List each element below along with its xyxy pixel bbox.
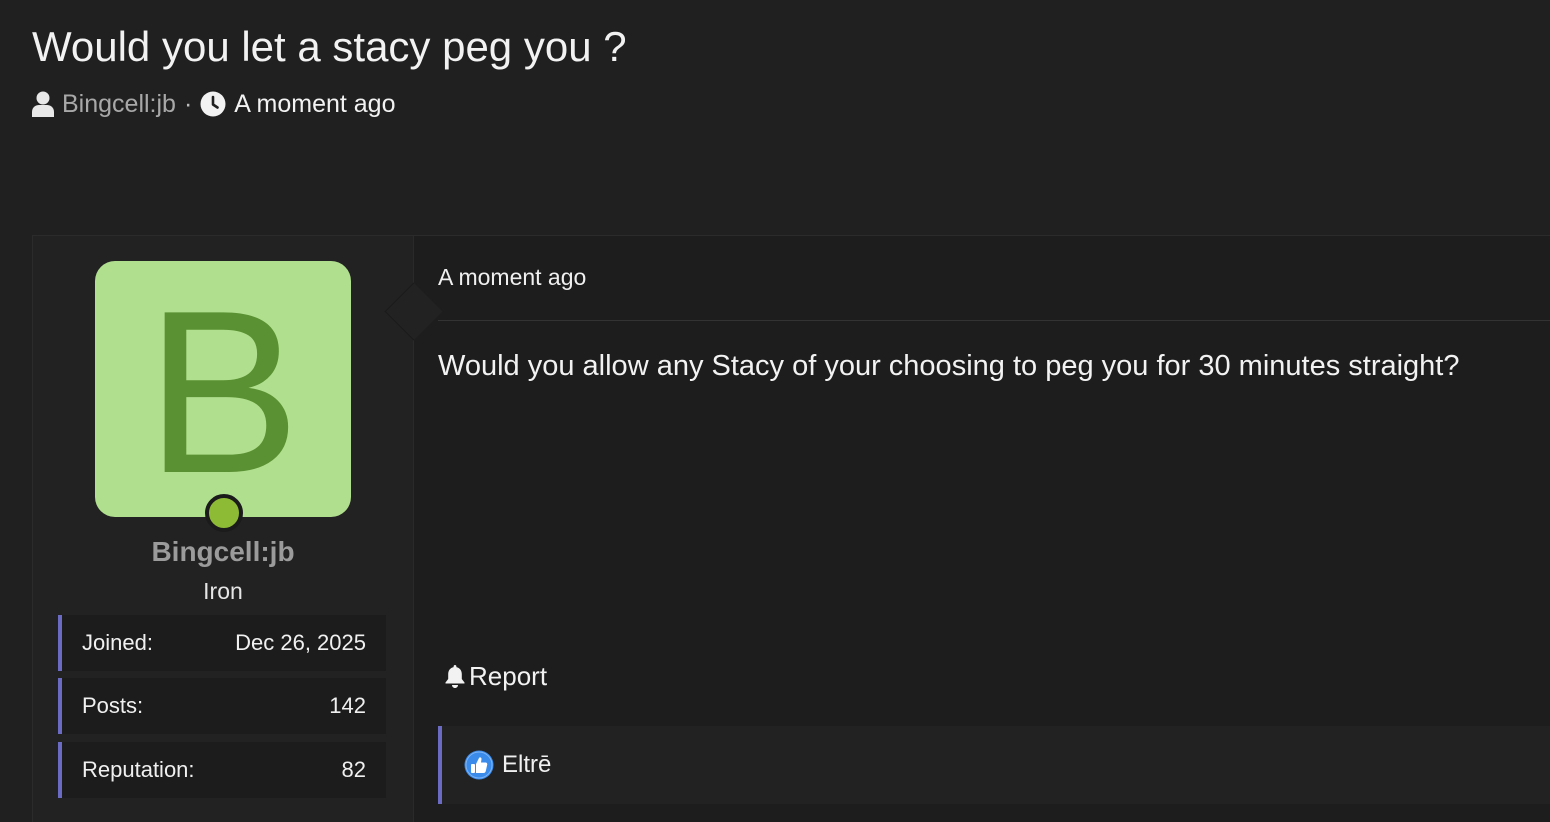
report-label: Report xyxy=(469,660,548,691)
online-status-indicator xyxy=(205,494,243,532)
user-rank: Iron xyxy=(203,578,243,604)
stat-value: Dec 26, 2025 xyxy=(235,630,366,655)
stat-label: Posts: xyxy=(82,693,144,718)
stat-value: 142 xyxy=(329,693,366,718)
username[interactable]: Bingcell:jb xyxy=(33,536,413,568)
stat-posts: Posts: 142 xyxy=(58,678,386,734)
stat-joined: Joined: Dec 26, 2025 xyxy=(58,615,386,671)
avatar[interactable]: B xyxy=(95,261,351,517)
post-content: Would you allow any Stacy of your choosi… xyxy=(438,350,1460,382)
report-button[interactable]: Report xyxy=(444,661,547,691)
post-time: A moment ago xyxy=(438,264,587,290)
thread-meta: Bingcell:jb · A moment ago xyxy=(32,88,396,120)
liker-name[interactable]: Eltrē xyxy=(502,751,551,779)
divider xyxy=(438,320,1550,321)
avatar-letter: B xyxy=(145,263,301,517)
post-body: A moment ago Would you allow any Stacy o… xyxy=(438,236,1550,822)
thread-title: Would you let a stacy peg you ? xyxy=(32,23,627,70)
meta-separator: · xyxy=(183,89,193,118)
clock-icon xyxy=(200,91,226,117)
stat-value: 82 xyxy=(341,757,366,782)
thumbs-up-icon xyxy=(464,750,494,780)
user-icon xyxy=(32,91,54,117)
user-panel: B Bingcell:jb Iron Joined: Dec 26, 2025 … xyxy=(33,236,414,822)
stat-reputation: Reputation: 82 xyxy=(58,742,386,798)
thread-author-link[interactable]: Bingcell:jb xyxy=(62,90,176,119)
page: Would you let a stacy peg you ? Bingcell… xyxy=(0,0,1550,822)
thread-time: A moment ago xyxy=(234,89,396,118)
stat-label: Reputation: xyxy=(82,757,195,782)
stat-label: Joined: xyxy=(82,630,153,655)
bell-icon xyxy=(444,664,466,688)
likes-bar: Eltrē xyxy=(438,726,1550,804)
post: B Bingcell:jb Iron Joined: Dec 26, 2025 … xyxy=(32,235,1550,822)
